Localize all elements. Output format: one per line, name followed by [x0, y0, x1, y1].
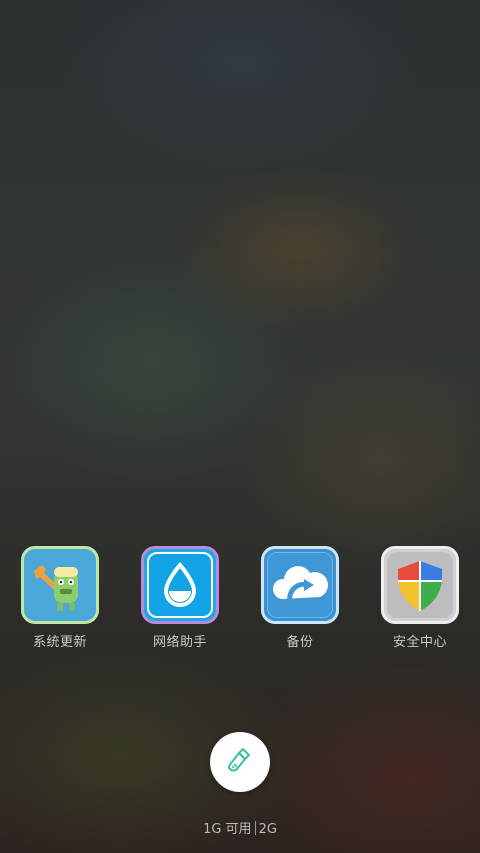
recent-apps-row: 系统更新 网络助手 备份 安全中心: [0, 546, 480, 656]
clean-memory-button[interactable]: [210, 732, 270, 792]
app-network-assistant[interactable]: 网络助手: [125, 546, 235, 650]
broom-clean-icon: [225, 745, 255, 779]
memory-separator: [254, 821, 256, 835]
backup-cloud-icon: [261, 546, 339, 624]
network-assistant-icon: [141, 546, 219, 624]
app-system-update[interactable]: 系统更新: [5, 546, 115, 650]
app-label: 安全中心: [392, 635, 447, 650]
app-label: 系统更新: [32, 635, 87, 650]
app-label: 备份: [286, 635, 314, 650]
blurred-wallpaper: [0, 0, 480, 853]
app-label: 网络助手: [152, 635, 207, 650]
memory-available: 1G 可用: [203, 822, 252, 837]
memory-status: 1G 可用 2G: [0, 818, 480, 837]
system-update-icon: [21, 546, 99, 624]
memory-total: 2G: [258, 822, 277, 837]
app-security-center[interactable]: 安全中心: [365, 546, 475, 650]
security-shield-icon: [381, 546, 459, 624]
app-backup[interactable]: 备份: [245, 546, 355, 650]
